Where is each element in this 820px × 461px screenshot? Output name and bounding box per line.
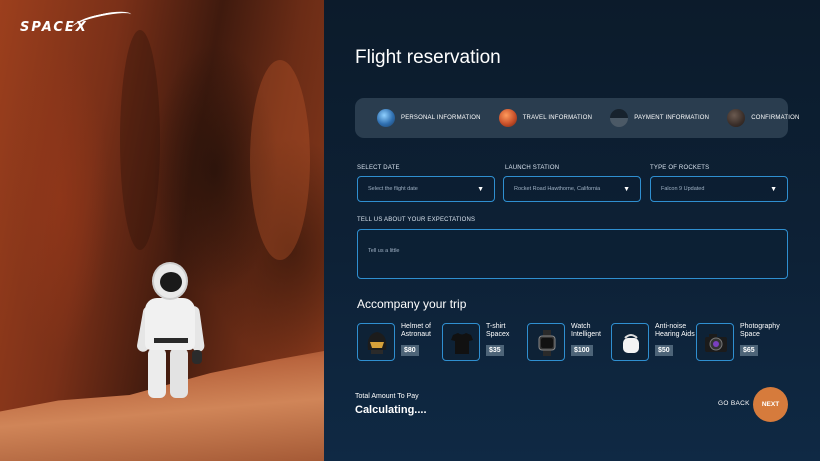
planet-icon bbox=[727, 109, 746, 127]
accessory-name: Spacex bbox=[486, 331, 510, 338]
page-title: Flight reservation bbox=[355, 47, 501, 68]
date-select[interactable]: Select the flight date ▼ bbox=[357, 176, 495, 202]
price-badge: $80 bbox=[401, 345, 419, 356]
accessory-item-helmet[interactable]: Helmet of Astronaut $80 bbox=[357, 323, 431, 361]
accessory-name: Photography bbox=[740, 323, 780, 330]
price-badge: $100 bbox=[571, 345, 593, 356]
total-label: Total Amount To Pay bbox=[355, 393, 419, 400]
next-button[interactable]: NEXT bbox=[753, 387, 788, 422]
accessory-name: Intelligent bbox=[571, 331, 601, 338]
rocket-type-value: Falcon 9 Updated bbox=[661, 186, 705, 192]
progress-steps: PERSONAL INFORMATION TRAVEL INFORMATION … bbox=[355, 98, 799, 138]
expectations-textarea[interactable]: Tell us a little bbox=[357, 229, 788, 279]
rocket-type-select[interactable]: Falcon 9 Updated ▼ bbox=[650, 176, 788, 202]
accessory-name: T-shirt bbox=[486, 323, 506, 330]
accessory-item-earbuds[interactable]: Anti-noise Hearing Aids $50 bbox=[611, 323, 695, 361]
go-back-button[interactable]: GO BACK bbox=[718, 400, 750, 407]
step-label: CONFIRMATION bbox=[751, 115, 800, 121]
step-label: TRAVEL INFORMATION bbox=[522, 115, 593, 121]
step-label: PAYMENT INFORMATION bbox=[634, 115, 710, 121]
rock-highlight bbox=[250, 60, 310, 260]
step-confirmation[interactable]: CONFIRMATION bbox=[727, 109, 799, 127]
accessory-item-watch[interactable]: Watch Intelligent $100 bbox=[527, 323, 601, 361]
accessory-name: Space bbox=[740, 331, 760, 338]
expectations-label: TELL US ABOUT YOUR EXPECTATIONS bbox=[357, 217, 476, 223]
date-select-value: Select the flight date bbox=[368, 186, 418, 192]
price-badge: $35 bbox=[486, 345, 504, 356]
accessory-name: Anti-noise bbox=[655, 323, 687, 330]
astronaut-figure bbox=[136, 262, 210, 402]
select-date-label: SELECT DATE bbox=[357, 165, 400, 171]
chevron-down-icon: ▼ bbox=[770, 185, 777, 193]
rocket-type-label: TYPE OF ROCKETS bbox=[650, 165, 710, 171]
watch-icon bbox=[527, 323, 565, 361]
chevron-down-icon: ▼ bbox=[477, 185, 484, 193]
step-label: PERSONAL INFORMATION bbox=[401, 115, 481, 121]
step-payment-information[interactable]: PAYMENT INFORMATION bbox=[610, 109, 709, 127]
helmet-icon bbox=[357, 323, 395, 361]
launch-station-select[interactable]: Rocket Road Hawthorne, California ▼ bbox=[503, 176, 641, 202]
accessory-item-tshirt[interactable]: T-shirt Spacex $35 bbox=[442, 323, 509, 361]
launch-station-value: Rocket Road Hawthorne, California bbox=[514, 186, 601, 192]
hero-photo: SPACEX bbox=[0, 0, 324, 461]
mars-icon bbox=[498, 109, 517, 127]
chevron-down-icon: ▼ bbox=[623, 185, 630, 193]
accessory-item-camera[interactable]: Photography Space $65 bbox=[696, 323, 780, 361]
rock-shadow bbox=[120, 30, 160, 250]
accessory-name: Astronaut bbox=[401, 331, 431, 338]
price-badge: $50 bbox=[655, 345, 673, 356]
accessory-name: Watch bbox=[571, 323, 591, 330]
step-travel-information[interactable]: TRAVEL INFORMATION bbox=[498, 109, 593, 127]
earbuds-icon bbox=[611, 323, 649, 361]
price-badge: $65 bbox=[740, 345, 758, 356]
launch-station-label: LAUNCH STATION bbox=[505, 165, 560, 171]
reservation-panel: Flight reservation PERSONAL INFORMATION … bbox=[324, 0, 820, 461]
camera-icon bbox=[696, 323, 734, 361]
accessories-heading: Accompany your trip bbox=[357, 297, 467, 311]
planet-icon bbox=[610, 109, 629, 127]
logo-swoosh-icon bbox=[71, 7, 133, 35]
tshirt-icon bbox=[442, 323, 480, 361]
step-personal-information[interactable]: PERSONAL INFORMATION bbox=[377, 109, 481, 127]
expectations-placeholder: Tell us a little bbox=[368, 248, 400, 254]
total-value: Calculating.... bbox=[355, 404, 427, 416]
accessory-name: Helmet of bbox=[401, 323, 431, 330]
earth-icon bbox=[377, 109, 395, 127]
accessory-name: Hearing Aids bbox=[655, 331, 695, 338]
